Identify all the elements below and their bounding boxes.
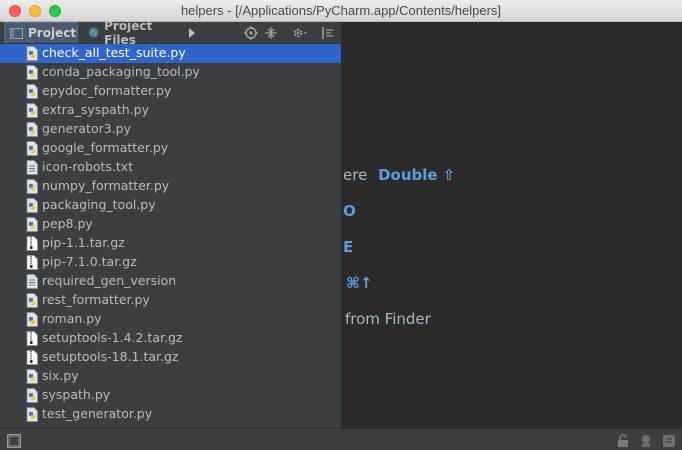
file-name: required_gen_version bbox=[42, 273, 177, 288]
project-file-tree[interactable]: check_all_test_suite.py conda_packaging_t… bbox=[0, 44, 341, 428]
python-file-icon bbox=[26, 84, 38, 99]
drop-files-hint: from Finder bbox=[345, 310, 431, 328]
hint-shortcut: O bbox=[343, 202, 356, 220]
file-tree-item[interactable]: test_generator.py bbox=[0, 405, 341, 424]
status-bar bbox=[0, 428, 682, 450]
file-tree-item[interactable]: pep8.py bbox=[0, 215, 341, 234]
python-file-icon bbox=[26, 141, 38, 156]
event-log-icon[interactable] bbox=[662, 433, 676, 447]
globe-icon bbox=[88, 27, 99, 38]
file-tree-item[interactable]: pip-1.1.tar.gz bbox=[0, 234, 341, 253]
file-name: setuptools-18.1.tar.gz bbox=[42, 349, 179, 364]
file-name: six.py bbox=[42, 368, 79, 383]
file-name: setuptools-1.4.2.tar.gz bbox=[42, 330, 183, 345]
archive-file-icon bbox=[26, 331, 38, 346]
archive-file-icon bbox=[26, 236, 38, 251]
python-file-icon bbox=[26, 388, 38, 403]
file-name: numpy_formatter.py bbox=[42, 178, 170, 193]
navigation-bar-hint: ⌘↑ bbox=[346, 274, 372, 292]
python-file-icon bbox=[26, 293, 38, 308]
file-tree-item[interactable]: check_all_test_suite.py bbox=[0, 44, 341, 63]
scroll-from-source-icon[interactable] bbox=[243, 25, 259, 41]
file-name: syspath.py bbox=[42, 387, 111, 402]
hint-text: from Finder bbox=[345, 310, 431, 328]
file-name: extra_syspath.py bbox=[42, 102, 149, 117]
file-name: pip-7.1.0.tar.gz bbox=[42, 254, 137, 269]
file-tree-item[interactable]: numpy_formatter.py bbox=[0, 177, 341, 196]
title-bar[interactable]: helpers - [/Applications/PyCharm.app/Con… bbox=[0, 0, 682, 22]
text-file-icon bbox=[26, 274, 38, 289]
python-file-icon bbox=[26, 179, 38, 194]
hint-text: ere bbox=[343, 166, 368, 184]
file-tree-item[interactable]: google_formatter.py bbox=[0, 139, 341, 158]
python-file-icon bbox=[26, 122, 38, 137]
python-file-icon bbox=[26, 46, 38, 61]
lock-icon[interactable] bbox=[616, 433, 630, 447]
tab-project-files[interactable]: Project Files bbox=[84, 19, 176, 47]
app-window: helpers - [/Applications/PyCharm.app/Con… bbox=[0, 0, 682, 450]
python-file-icon bbox=[26, 407, 38, 422]
python-file-icon bbox=[26, 65, 38, 80]
file-tree-item[interactable]: packaging_tool.py bbox=[0, 196, 341, 215]
file-tree-item[interactable]: icon-robots.txt bbox=[0, 158, 341, 177]
file-tree-item[interactable]: syspath.py bbox=[0, 386, 341, 405]
file-name: generator3.py bbox=[42, 121, 131, 136]
project-tool-window: Project Project Files check_all_test_sui… bbox=[0, 19, 342, 428]
file-tree-item[interactable]: conda_packaging_tool.py bbox=[0, 63, 341, 82]
file-name: conda_packaging_tool.py bbox=[42, 64, 200, 79]
toggle-tool-windows-icon[interactable] bbox=[7, 433, 21, 448]
file-name: test_generator.py bbox=[42, 406, 153, 421]
file-name: roman.py bbox=[42, 311, 102, 326]
python-file-icon bbox=[26, 312, 38, 327]
recent-files-hint: E bbox=[343, 238, 353, 256]
tab-project[interactable]: Project bbox=[4, 22, 78, 43]
file-tree-item[interactable]: roman.py bbox=[0, 310, 341, 329]
python-file-icon bbox=[26, 217, 38, 232]
more-tabs-arrow-icon[interactable] bbox=[184, 25, 200, 41]
hide-panel-icon[interactable] bbox=[320, 25, 336, 41]
tab-label: Project bbox=[28, 26, 77, 40]
file-name: rest_formatter.py bbox=[42, 292, 150, 307]
hint-shortcut: E bbox=[343, 238, 354, 256]
file-tree-item[interactable]: rest_formatter.py bbox=[0, 291, 341, 310]
python-file-icon bbox=[26, 369, 38, 384]
python-file-icon bbox=[26, 198, 38, 213]
gear-icon[interactable] bbox=[292, 25, 308, 41]
file-tree-item[interactable]: setuptools-18.1.tar.gz bbox=[0, 348, 341, 367]
go-to-file-hint: O bbox=[343, 202, 356, 220]
archive-file-icon bbox=[26, 255, 38, 270]
hint-shortcut: Double ⇧ bbox=[378, 166, 456, 184]
window-title: helpers - [/Applications/PyCharm.app/Con… bbox=[180, 3, 502, 18]
search-everywhere-hint: ere Double ⇧ bbox=[343, 166, 455, 184]
file-name: pip-1.1.tar.gz bbox=[42, 235, 125, 250]
file-tree-item[interactable]: extra_syspath.py bbox=[0, 101, 341, 120]
tab-label: Project Files bbox=[104, 18, 153, 47]
file-tree-item[interactable]: epydoc_formatter.py bbox=[0, 82, 341, 101]
text-file-icon bbox=[26, 160, 38, 175]
file-name: pep8.py bbox=[42, 216, 93, 231]
file-name: check_all_test_suite.py bbox=[42, 45, 186, 60]
file-name: icon-robots.txt bbox=[42, 159, 134, 174]
file-tree-item[interactable]: generator3.py bbox=[0, 120, 341, 139]
python-file-icon bbox=[26, 103, 38, 118]
inspector-icon[interactable] bbox=[639, 433, 653, 447]
project-panel-toolbar: Project Project Files bbox=[0, 19, 341, 47]
file-tree-item[interactable]: six.py bbox=[0, 367, 341, 386]
hint-shortcut: ⌘↑ bbox=[346, 274, 373, 292]
collapse-all-icon[interactable] bbox=[263, 25, 279, 41]
archive-file-icon bbox=[26, 350, 38, 365]
file-name: google_formatter.py bbox=[42, 140, 169, 155]
file-tree-item[interactable]: pip-7.1.0.tar.gz bbox=[0, 253, 341, 272]
file-name: packaging_tool.py bbox=[42, 197, 156, 212]
file-tree-item[interactable]: setuptools-1.4.2.tar.gz bbox=[0, 329, 341, 348]
project-view-icon bbox=[10, 28, 23, 39]
file-tree-item[interactable]: required_gen_version bbox=[0, 272, 341, 291]
file-name: epydoc_formatter.py bbox=[42, 83, 172, 98]
